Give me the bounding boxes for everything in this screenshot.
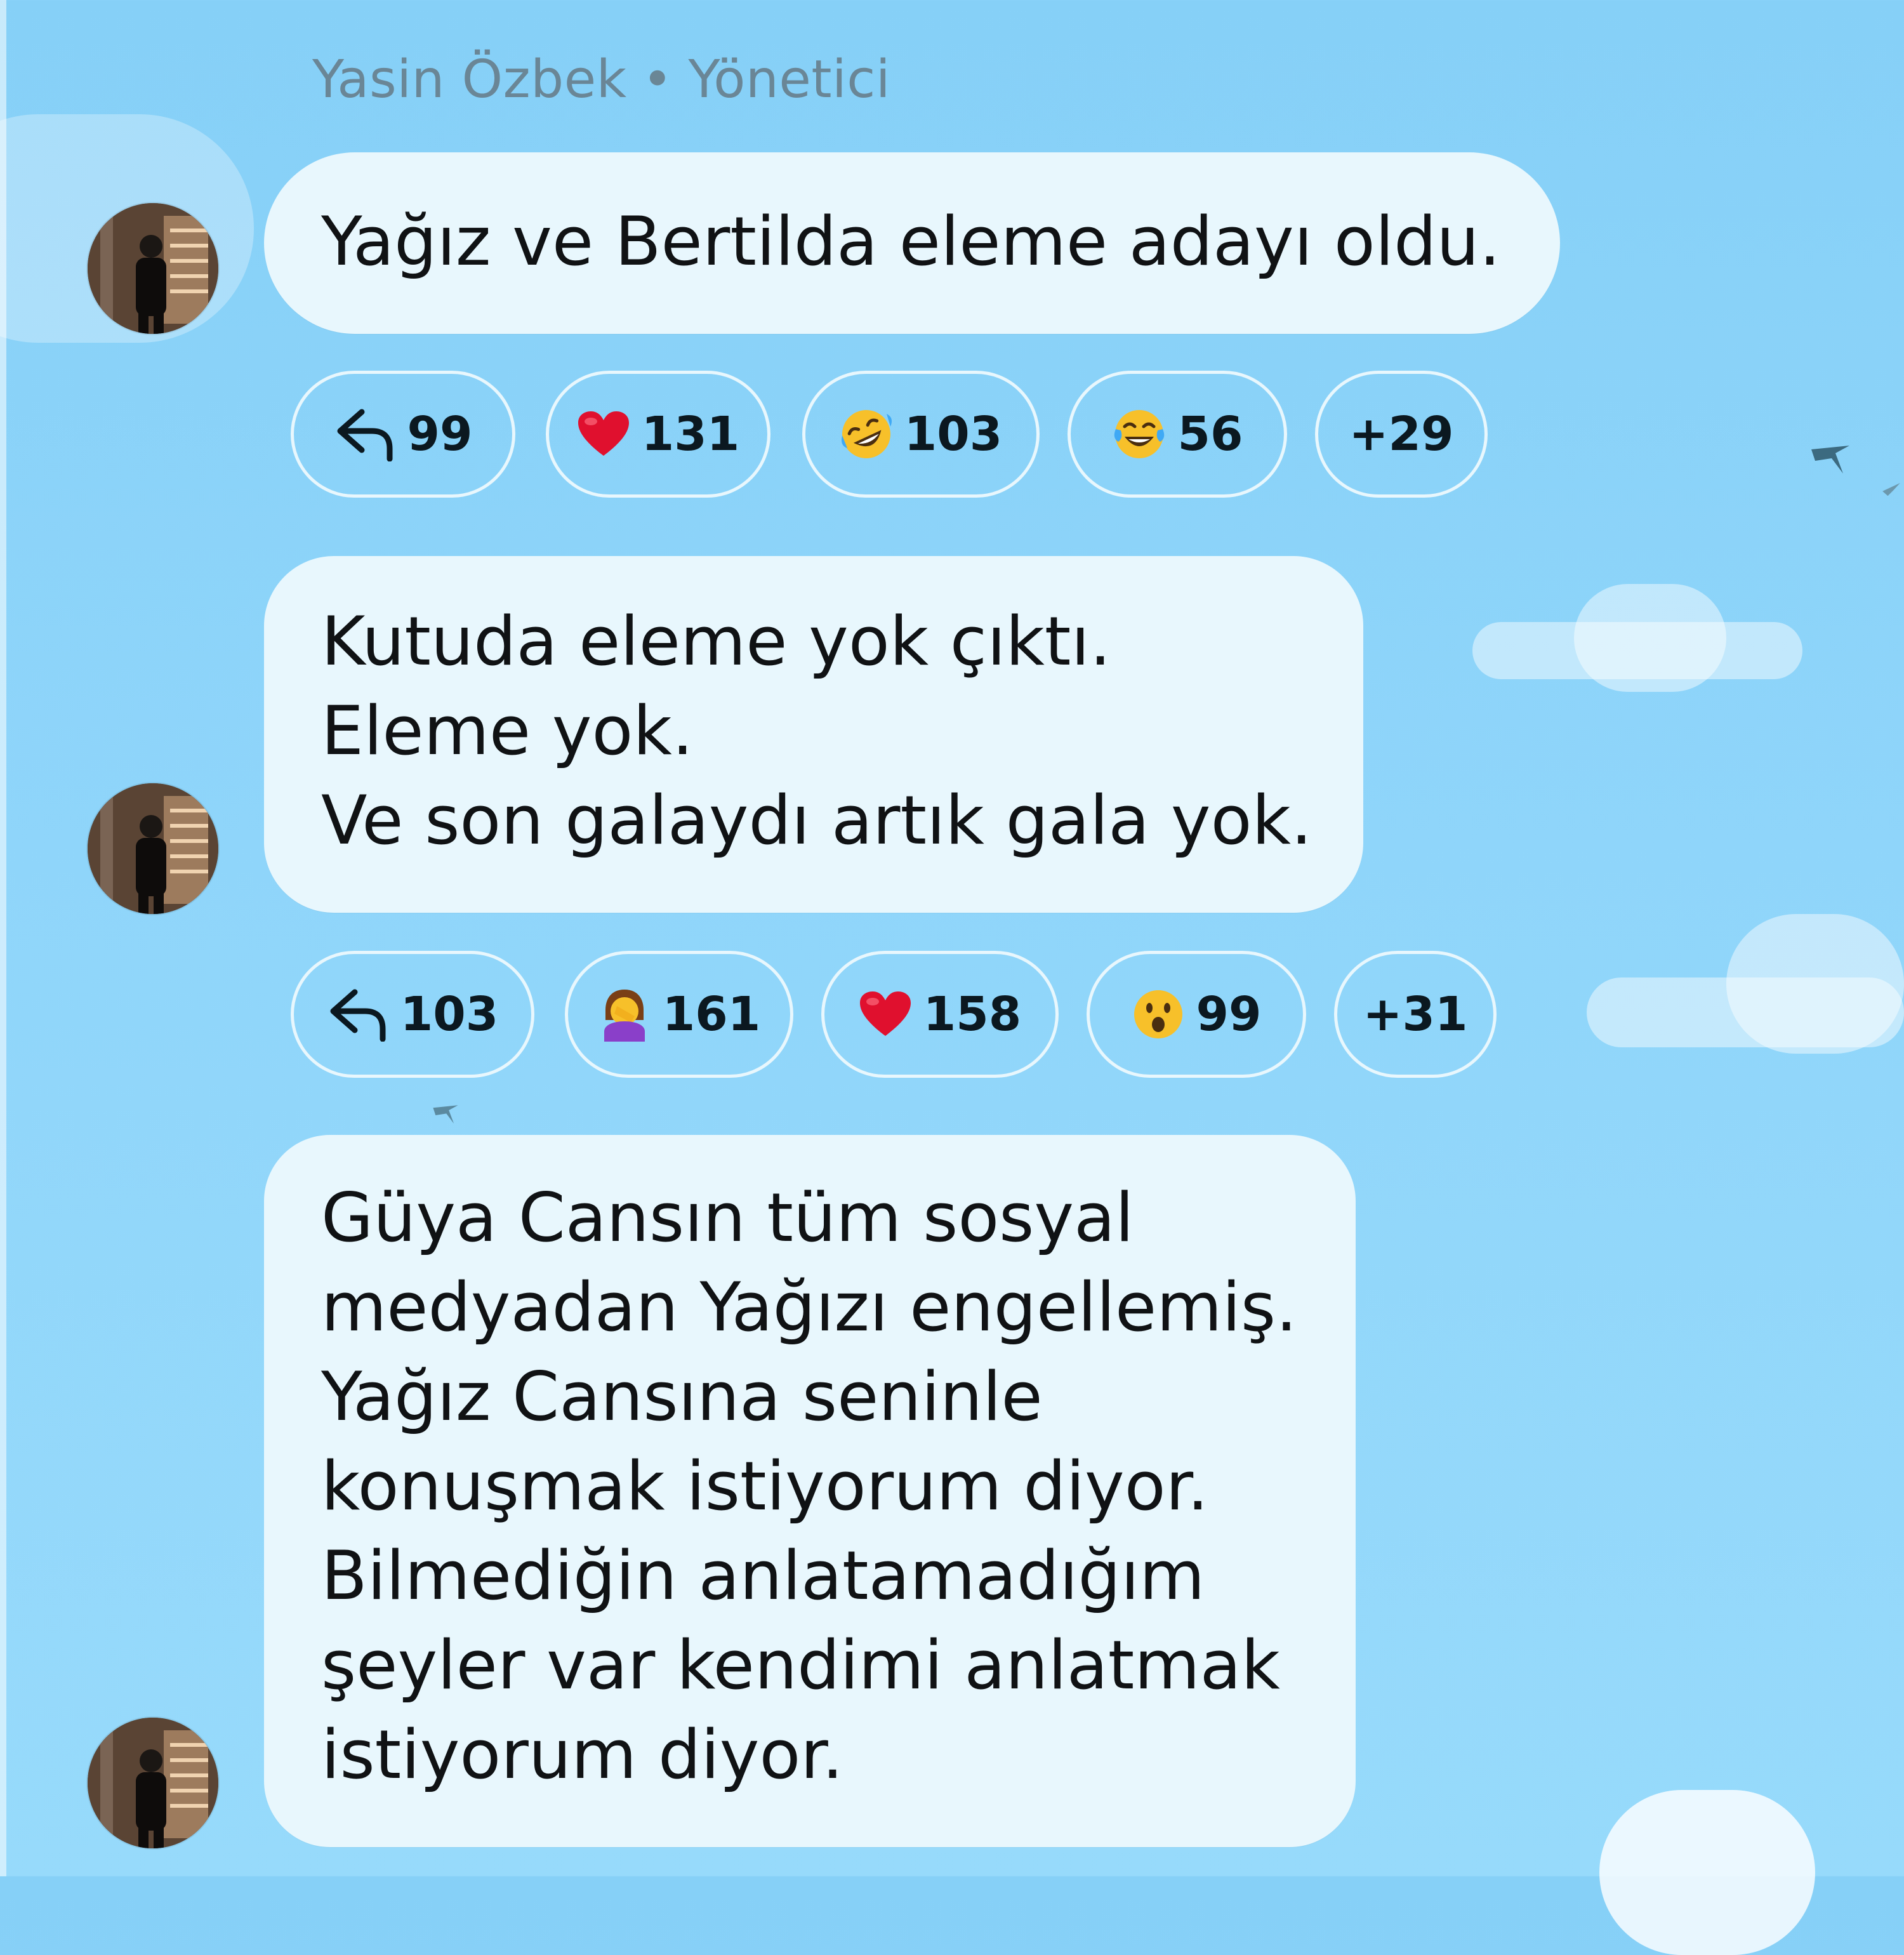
tears-of-joy-emoji <box>1114 410 1164 458</box>
facepalm-woman-emoji <box>604 990 645 1042</box>
red-heart-emoji <box>578 411 629 456</box>
cloud-3 <box>1574 584 1726 692</box>
message-bubble[interactable]: Güya Cansın tüm sosyal medyadan Yağızı e… <box>264 1135 1356 1847</box>
red-heart-emoji <box>859 991 911 1036</box>
reaction-rofl-button[interactable]: 103 <box>802 371 1040 498</box>
message-text: Kutuda eleme yok çıktı. Eleme yok. Ve so… <box>321 602 1312 859</box>
more-reactions-button[interactable]: +29 <box>1315 371 1488 498</box>
reaction-count: 99 <box>1196 987 1262 1042</box>
avatar[interactable] <box>88 1718 218 1848</box>
cloud-6 <box>1599 1790 1815 1955</box>
sender-header: Yasin Özbek • Yönetici <box>312 50 890 110</box>
reply-count-button[interactable]: 103 <box>291 951 534 1078</box>
avatar[interactable] <box>88 783 218 914</box>
reaction-facepalm-button[interactable]: 161 <box>565 951 793 1078</box>
reaction-heart-button[interactable]: 158 <box>821 951 1059 1078</box>
more-reactions-count: +29 <box>1349 407 1454 461</box>
bird-icon <box>1811 446 1849 474</box>
reaction-heart-button[interactable]: 131 <box>546 371 770 498</box>
bird-icon <box>433 1105 458 1124</box>
bird-icon <box>1882 482 1900 496</box>
sender-name[interactable]: Yasin Özbek <box>312 50 627 110</box>
message-text: Güya Cansın tüm sosyal medyadan Yağızı e… <box>321 1179 1297 1794</box>
avatar-photo <box>88 1718 218 1848</box>
reaction-count: 158 <box>923 987 1022 1042</box>
reply-count-button[interactable]: 99 <box>291 371 515 498</box>
cloud-5 <box>1726 914 1904 1054</box>
sender-separator: • <box>642 50 673 110</box>
avatar[interactable] <box>88 203 218 334</box>
message-bubble[interactable]: Kutuda eleme yok çıktı. Eleme yok. Ve so… <box>264 556 1363 913</box>
sender-role: Yönetici <box>688 50 891 110</box>
reaction-surprised-button[interactable]: 99 <box>1087 951 1306 1078</box>
avatar-photo <box>88 783 218 914</box>
message-bubble[interactable]: Yağız ve Bertilda eleme adayı oldu. <box>264 152 1560 334</box>
more-reactions-count: +31 <box>1363 987 1468 1042</box>
reply-icon <box>337 409 392 461</box>
reaction-count: 161 <box>662 987 761 1042</box>
rolling-laughing-emoji <box>841 410 892 458</box>
reply-count: 103 <box>400 987 499 1042</box>
reaction-joy-button[interactable]: 56 <box>1068 371 1287 498</box>
surprised-face-emoji <box>1134 990 1182 1038</box>
reaction-count: 56 <box>1177 407 1243 461</box>
more-reactions-button[interactable]: +31 <box>1334 951 1497 1078</box>
reaction-count: 103 <box>904 407 1003 461</box>
avatar-photo <box>88 203 218 334</box>
reaction-count: 131 <box>641 407 740 461</box>
reply-icon <box>330 989 386 1042</box>
chat-background: Yasin Özbek • Yönetici Yağız ve Bertilda e… <box>0 0 1904 1955</box>
message-text: Yağız ve Bertilda eleme adayı oldu. <box>321 202 1501 281</box>
reply-count: 99 <box>407 407 473 461</box>
